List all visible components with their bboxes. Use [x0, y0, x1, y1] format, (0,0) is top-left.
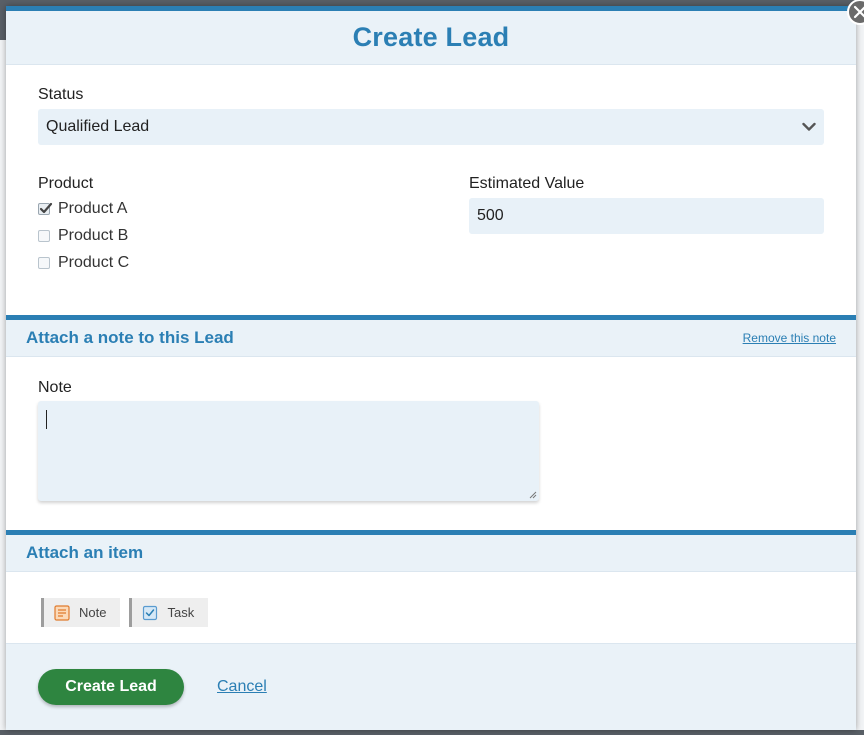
estimated-value-label: Estimated Value: [469, 175, 585, 192]
task-icon: [142, 605, 158, 621]
product-label: Product: [38, 175, 94, 192]
resize-grip-icon[interactable]: [529, 491, 537, 499]
note-icon: [54, 604, 70, 621]
product-c-label: Product C: [58, 253, 130, 271]
estimated-value-input[interactable]: 500: [469, 198, 824, 234]
product-option-c[interactable]: Product C: [38, 249, 338, 276]
note-textarea[interactable]: [38, 401, 539, 501]
create-lead-modal: Create Lead Status Qualified Lead Produc…: [6, 0, 864, 730]
note-section-header: Attach a note to this Lead Remove this n…: [6, 315, 856, 357]
attach-note-label: Note: [79, 605, 107, 620]
product-option-b[interactable]: Product B: [38, 222, 338, 249]
note-label: Note: [38, 379, 72, 396]
modal-header: Create Lead: [6, 11, 856, 65]
modal-footer: Create Lead Cancel: [6, 643, 856, 730]
attach-note-button[interactable]: Note: [41, 598, 121, 627]
attach-section-header: Attach an item: [6, 530, 856, 572]
background-page-edge-right: [856, 10, 864, 730]
status-field-group: Status Qualified Lead: [38, 86, 824, 145]
attach-section-title: Attach an item: [26, 543, 144, 562]
estimated-value-text: 500: [477, 207, 504, 224]
product-field-group: Product Product A Product B Product C: [38, 175, 338, 276]
create-lead-button[interactable]: Create Lead: [38, 669, 184, 705]
status-select[interactable]: Qualified Lead: [38, 109, 824, 145]
chevron-down-icon: [802, 122, 816, 131]
close-icon: [853, 5, 864, 19]
product-a-checkbox[interactable]: [38, 202, 53, 215]
product-a-label: Product A: [58, 199, 128, 217]
estimated-value-field-group: Estimated Value 500: [469, 175, 824, 234]
product-b-label: Product B: [58, 226, 129, 244]
product-b-checkbox[interactable]: [38, 229, 50, 242]
cancel-link[interactable]: Cancel: [217, 678, 267, 696]
product-option-a[interactable]: Product A: [38, 195, 338, 222]
text-caret: [46, 410, 47, 429]
attach-task-label: Task: [167, 605, 195, 620]
attach-task-button[interactable]: Task: [129, 598, 209, 627]
note-field-group: Note: [38, 379, 539, 501]
attach-item-buttons: Note Task: [41, 598, 209, 627]
modal-title: Create Lead: [352, 22, 510, 52]
product-c-checkbox[interactable]: [38, 256, 50, 269]
status-label: Status: [38, 86, 84, 103]
note-section-title: Attach a note to this Lead: [26, 328, 234, 347]
status-selected-value: Qualified Lead: [46, 118, 150, 135]
remove-note-link[interactable]: Remove this note: [743, 331, 836, 345]
checkmark-icon: [39, 202, 53, 213]
